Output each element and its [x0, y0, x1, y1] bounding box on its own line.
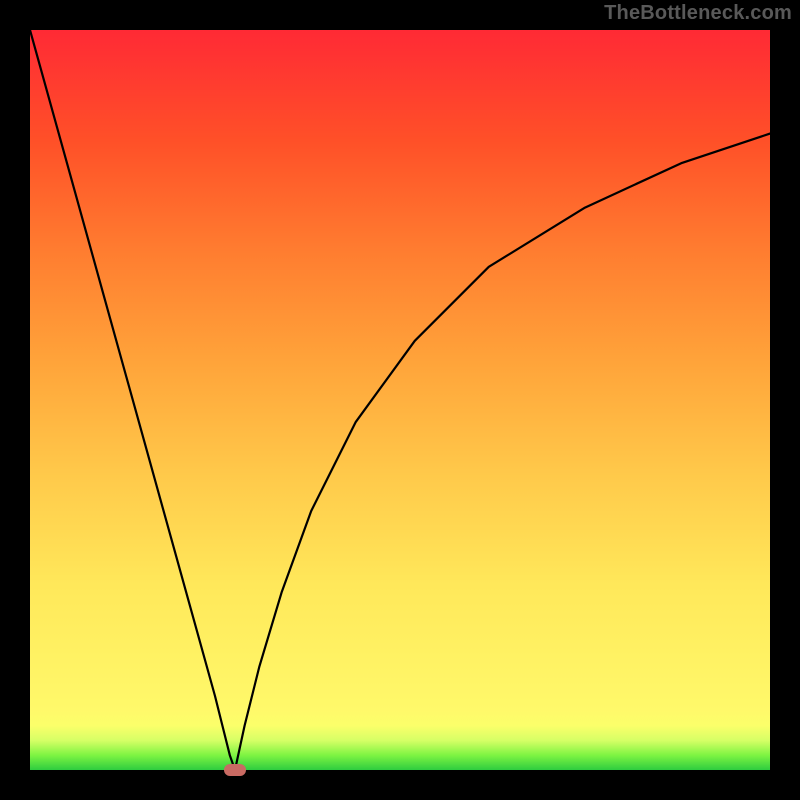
optimum-marker — [224, 764, 246, 776]
curve-layer — [30, 30, 770, 770]
chart-frame: TheBottleneck.com — [0, 0, 800, 800]
plot-area — [30, 30, 770, 770]
watermark-text: TheBottleneck.com — [604, 2, 792, 25]
bottleneck-curve — [30, 30, 770, 770]
